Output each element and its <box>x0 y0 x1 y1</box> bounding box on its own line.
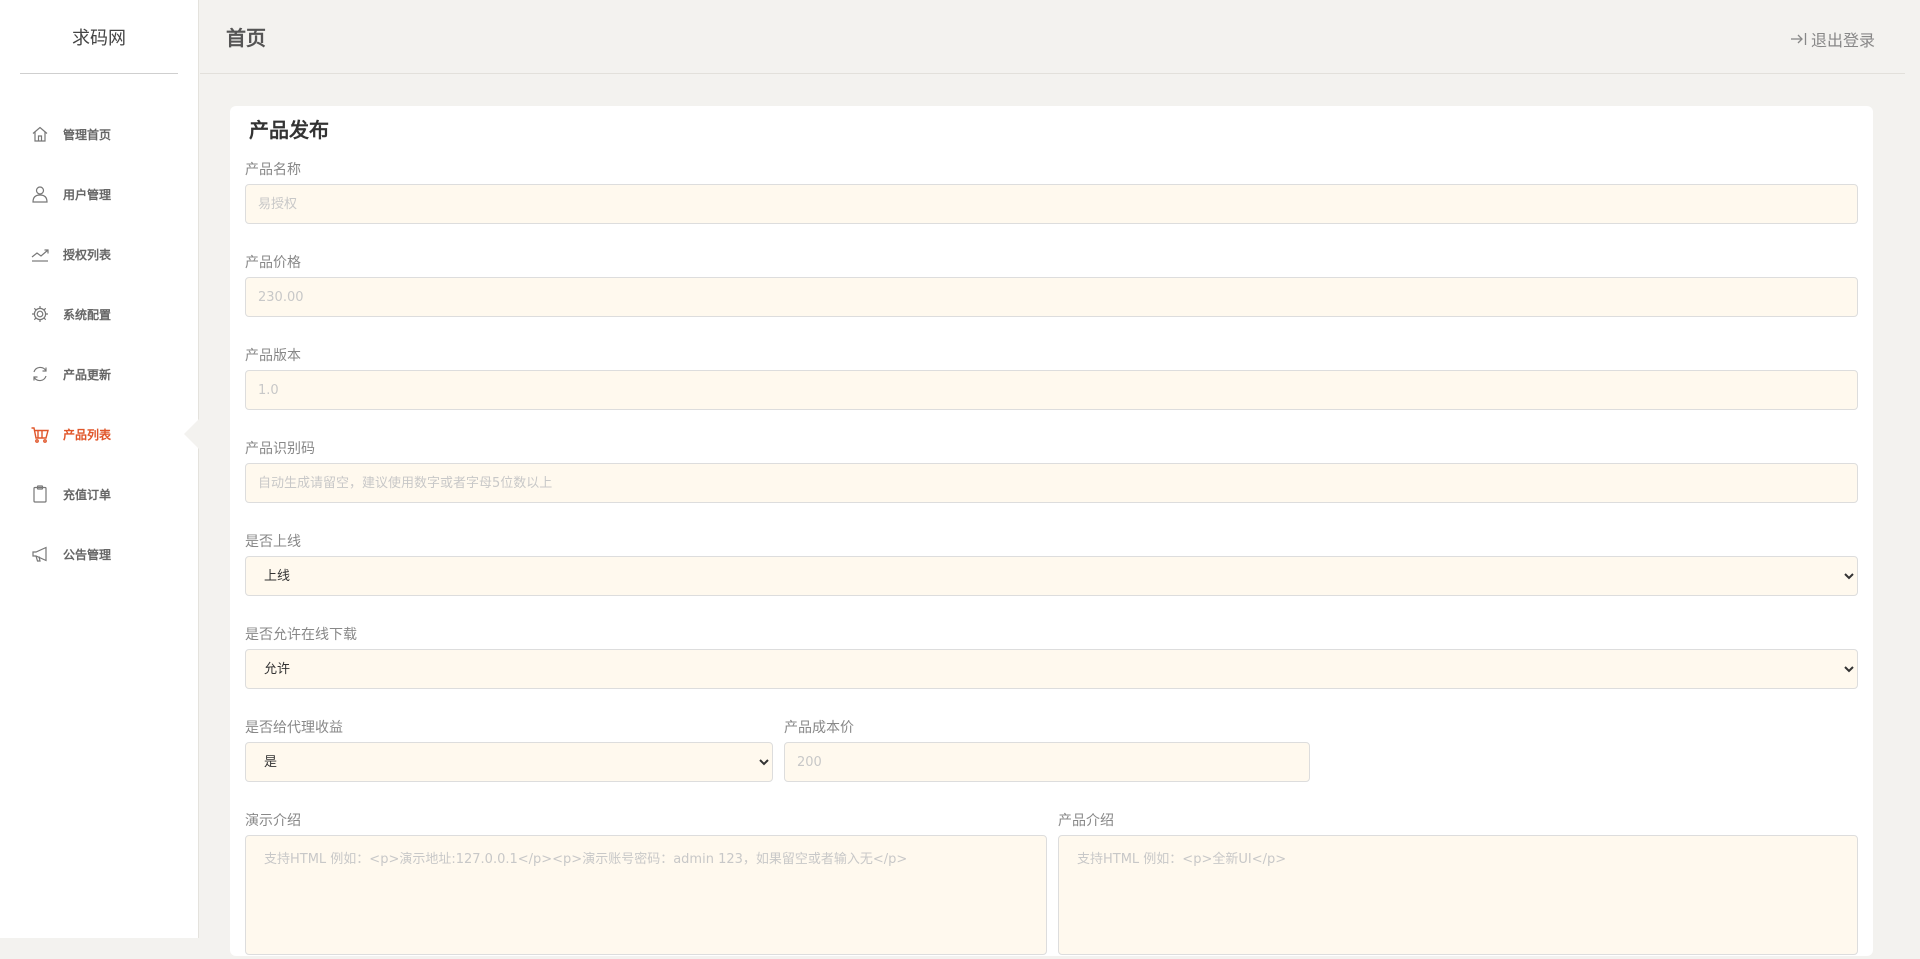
gear-icon <box>30 304 50 324</box>
home-icon <box>30 124 50 144</box>
cost-price-input[interactable] <box>784 742 1310 782</box>
logout-button[interactable]: 退出登录 <box>1790 27 1875 51</box>
field-cost-price: 产品成本价 <box>784 718 1310 782</box>
logout-label: 退出登录 <box>1810 31 1875 50</box>
field-product-code: 产品识别码 <box>245 439 1858 503</box>
demo-intro-textarea[interactable] <box>245 835 1047 955</box>
field-demo-intro: 演示介绍 <box>245 811 1047 959</box>
sidebar-item-label: 管理首页 <box>63 127 112 142</box>
demo-intro-label: 演示介绍 <box>245 813 301 829</box>
logout-icon <box>1790 31 1808 47</box>
agent-revenue-select[interactable]: 是 <box>245 742 773 782</box>
sidebar-item-label: 用户管理 <box>63 187 112 202</box>
field-product-price: 产品价格 <box>245 253 1858 317</box>
product-price-input[interactable] <box>245 277 1858 317</box>
sidebar-nav: 管理首页 用户管理 授权列表 系统配置 产品更新 产品列表 充值订单 公告管理 <box>0 104 199 584</box>
sidebar-item-announcements[interactable]: 公告管理 <box>0 524 198 584</box>
sidebar-item-label: 产品列表 <box>63 427 112 442</box>
top-bar: 首页 退出登录 <box>200 0 1905 74</box>
cart-icon <box>30 424 50 444</box>
sidebar: 求码网 管理首页 用户管理 授权列表 系统配置 产品更新 产品列表 充值订单 公… <box>0 0 199 938</box>
sidebar-item-product-update[interactable]: 产品更新 <box>0 344 198 404</box>
page-title: 首页 <box>226 26 266 50</box>
field-product-intro: 产品介绍 <box>1058 811 1858 959</box>
product-version-label: 产品版本 <box>245 348 301 364</box>
sidebar-item-label: 系统配置 <box>63 307 112 322</box>
product-code-input[interactable] <box>245 463 1858 503</box>
product-price-label: 产品价格 <box>245 255 301 271</box>
product-version-input[interactable] <box>245 370 1858 410</box>
sidebar-item-users[interactable]: 用户管理 <box>0 164 198 224</box>
online-status-select[interactable]: 上线 <box>245 556 1858 596</box>
field-product-name: 产品名称 <box>245 160 1858 224</box>
allow-download-select[interactable]: 允许 <box>245 649 1858 689</box>
sidebar-item-settings[interactable]: 系统配置 <box>0 284 198 344</box>
refresh-icon <box>30 364 50 384</box>
product-code-label: 产品识别码 <box>245 441 315 457</box>
sidebar-item-orders[interactable]: 充值订单 <box>0 464 198 524</box>
product-intro-label: 产品介绍 <box>1058 813 1114 829</box>
form-title: 产品发布 <box>249 118 329 142</box>
product-name-label: 产品名称 <box>245 162 301 178</box>
sidebar-item-label: 产品更新 <box>63 367 112 382</box>
brand-logo: 求码网 <box>20 0 178 74</box>
product-form-card: 产品发布 产品名称 产品价格 产品版本 产品识别码 是否上线 上线 是否允许在线… <box>230 106 1873 956</box>
agent-revenue-label: 是否给代理收益 <box>245 720 343 736</box>
field-allow-download: 是否允许在线下载 允许 <box>245 625 1858 689</box>
online-status-label: 是否上线 <box>245 534 301 550</box>
field-online-status: 是否上线 上线 <box>245 532 1858 596</box>
field-agent-revenue: 是否给代理收益 是 <box>245 718 773 782</box>
product-name-input[interactable] <box>245 184 1858 224</box>
user-icon <box>30 184 50 204</box>
megaphone-icon <box>30 544 50 564</box>
trend-icon <box>30 244 50 264</box>
clipboard-icon <box>30 484 50 504</box>
sidebar-item-licenses[interactable]: 授权列表 <box>0 224 198 284</box>
sidebar-item-label: 授权列表 <box>63 247 112 262</box>
product-intro-textarea[interactable] <box>1058 835 1858 955</box>
sidebar-item-label: 充值订单 <box>63 487 112 502</box>
field-product-version: 产品版本 <box>245 346 1858 410</box>
sidebar-item-home[interactable]: 管理首页 <box>0 104 198 164</box>
allow-download-label: 是否允许在线下载 <box>245 627 357 643</box>
cost-price-label: 产品成本价 <box>784 720 854 736</box>
sidebar-item-product-list[interactable]: 产品列表 <box>0 404 199 464</box>
sidebar-item-label: 公告管理 <box>63 547 112 562</box>
